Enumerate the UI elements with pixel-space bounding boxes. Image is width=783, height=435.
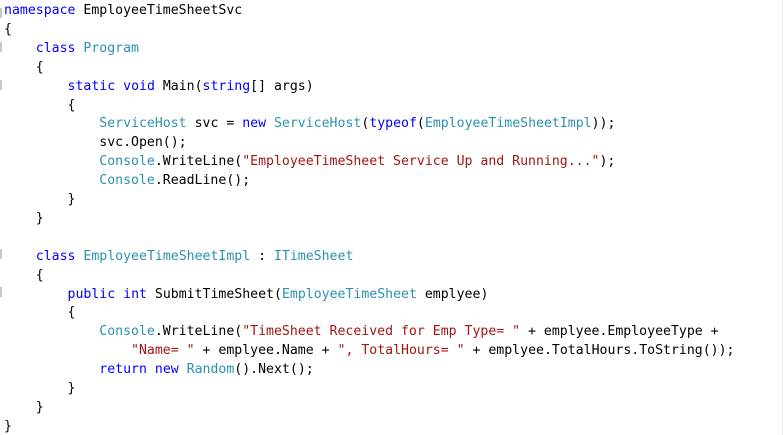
code-line[interactable]: Console.WriteLine("TimeSheet Received fo… bbox=[4, 322, 719, 341]
code-line[interactable]: static void Main(string[] args) bbox=[4, 77, 314, 96]
keyword: namespace bbox=[4, 3, 76, 18]
collapse-marker-icon[interactable] bbox=[0, 8, 2, 18]
type-name: EmployeeTimeSheetImpl bbox=[424, 116, 592, 132]
type-name: Console bbox=[99, 173, 155, 189]
keyword: string bbox=[202, 78, 251, 94]
collapse-marker-icon[interactable] bbox=[0, 249, 2, 259]
collapse-marker-icon[interactable] bbox=[0, 80, 2, 90]
code-text: Main( bbox=[154, 78, 203, 94]
keyword: static bbox=[67, 78, 116, 94]
code-text: ( bbox=[416, 116, 425, 132]
keyword: new bbox=[154, 362, 179, 378]
keyword: void bbox=[123, 78, 155, 94]
code-text: { bbox=[4, 305, 76, 321]
code-line[interactable]: { bbox=[4, 58, 44, 77]
code-line[interactable]: } bbox=[4, 209, 44, 228]
code-text: emplyee) bbox=[416, 286, 489, 302]
code-text: + emplyee.Name + bbox=[194, 343, 338, 359]
code-text: ().Next(); bbox=[234, 362, 314, 378]
code-text: EmployeeTimeSheetSvc bbox=[75, 3, 243, 18]
code-text: : bbox=[250, 248, 274, 264]
code-line[interactable]: namespace EmployeeTimeSheetSvc bbox=[4, 1, 242, 20]
string-literal: ", TotalHours= " bbox=[337, 343, 465, 359]
code-text: } bbox=[4, 418, 12, 434]
type-name: ITimeSheet bbox=[273, 248, 354, 264]
code-editor[interactable]: namespace EmployeeTimeSheetSvc{ class Pr… bbox=[0, 0, 783, 435]
code-text: ); bbox=[599, 154, 616, 170]
keyword: public bbox=[67, 286, 116, 302]
code-line[interactable]: { bbox=[4, 20, 12, 39]
type-name: Console bbox=[99, 324, 155, 340]
code-line[interactable]: ServiceHost svc = new ServiceHost (typeof… bbox=[4, 114, 615, 133]
code-line[interactable]: public int SubmitTimeSheet(EmployeeTimeS… bbox=[4, 285, 489, 304]
code-text: { bbox=[4, 267, 44, 283]
code-line[interactable]: svc.Open(); bbox=[4, 133, 187, 152]
code-text: .ReadLine(); bbox=[154, 173, 251, 189]
code-line[interactable]: class Program bbox=[4, 39, 139, 58]
code-text: svc.Open(); bbox=[4, 135, 187, 151]
string-literal: "TimeSheet Received for Emp Type= " bbox=[242, 324, 521, 340]
type-name: Program bbox=[83, 40, 139, 56]
code-line[interactable]: class EmployeeTimeSheetImpl : ITimeSheet bbox=[4, 247, 354, 266]
code-line[interactable]: { bbox=[4, 303, 76, 322]
code-text: } bbox=[4, 192, 76, 207]
string-literal: "Name= " bbox=[131, 343, 195, 359]
code-line[interactable]: } bbox=[4, 190, 76, 209]
type-name: Random bbox=[186, 362, 235, 378]
type-name: Console bbox=[99, 154, 155, 170]
code-line[interactable]: } bbox=[4, 379, 76, 398]
code-line[interactable]: { bbox=[4, 96, 76, 115]
code-text: { bbox=[4, 97, 76, 113]
code-text: .WriteLine( bbox=[154, 324, 243, 340]
string-literal: "EmployeeTimeSheet Service Up and Runnin… bbox=[242, 154, 600, 170]
code-line[interactable]: } bbox=[4, 398, 44, 417]
keyword: class bbox=[35, 40, 76, 56]
code-text: } bbox=[4, 381, 76, 396]
code-text: [] args) bbox=[250, 78, 314, 94]
code-text: { bbox=[4, 59, 44, 75]
keyword: typeof bbox=[369, 116, 417, 132]
code-line[interactable]: } bbox=[4, 417, 12, 435]
keyword: int bbox=[123, 286, 147, 302]
type-name: ServiceHost bbox=[273, 116, 362, 132]
code-text: { bbox=[4, 21, 12, 37]
code-text: .WriteLine( bbox=[154, 154, 243, 170]
code-text: + emplyee.TotalHours.ToString()); bbox=[464, 343, 735, 359]
keyword: class bbox=[35, 248, 76, 264]
collapse-marker-icon[interactable] bbox=[0, 287, 2, 297]
type-name: EmployeeTimeSheet bbox=[281, 286, 417, 302]
keyword: return bbox=[99, 362, 147, 378]
collapse-marker-icon[interactable] bbox=[0, 42, 2, 52]
code-line[interactable]: Console.WriteLine("EmployeeTimeSheet Ser… bbox=[4, 152, 615, 171]
type-name: ServiceHost bbox=[99, 116, 187, 132]
code-line[interactable]: return new Random().Next(); bbox=[4, 360, 314, 379]
code-line[interactable]: "Name= " + emplyee.Name + ", TotalHours=… bbox=[4, 341, 735, 360]
code-text: svc = bbox=[186, 116, 243, 132]
code-text: + emplyee.EmployeeType + bbox=[520, 324, 719, 340]
code-text: } bbox=[4, 399, 44, 415]
type-name: EmployeeTimeSheetImpl bbox=[83, 248, 251, 264]
keyword: new bbox=[242, 116, 267, 132]
code-text: } bbox=[4, 210, 44, 226]
code-text: SubmitTimeSheet( bbox=[146, 286, 282, 302]
code-line[interactable]: Console.ReadLine(); bbox=[4, 171, 250, 190]
code-line[interactable]: { bbox=[4, 266, 44, 285]
code-text: )); bbox=[591, 116, 616, 132]
